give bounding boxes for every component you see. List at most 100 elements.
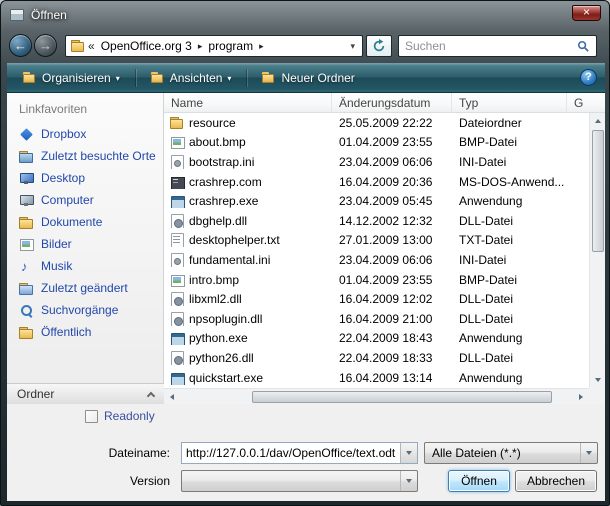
refresh-button[interactable] [366,35,392,57]
window-icon [10,9,24,21]
column-header-size[interactable]: G [567,93,605,112]
table-row[interactable]: bootstrap.ini 23.04.2009 06:06 INI-Datei [164,152,589,172]
file-type-icon [170,194,184,208]
search-icon[interactable] [577,40,590,53]
horizontal-scrollbar[interactable] [164,388,589,404]
breadcrumb-item[interactable]: program [205,38,256,54]
column-header-type[interactable]: Typ [452,93,567,112]
sidebar-item[interactable]: Zuletzt geändert [7,277,163,299]
file-name: python26.dll [189,351,254,365]
organize-button[interactable]: Organisieren ▾ [15,67,128,89]
table-row[interactable]: intro.bmp 01.04.2009 23:55 BMP-Datei [164,270,589,290]
open-button[interactable]: Öffnen [448,470,510,492]
file-date: 16.04.2009 21:00 [332,312,452,326]
crumb-separator-icon[interactable]: ▸ [259,41,264,52]
new-folder-label: Neuer Ordner [281,71,354,85]
chevron-down-icon: ▾ [227,74,231,83]
table-row[interactable]: libxml2.dll 16.04.2009 12:02 DLL-Datei [164,289,589,309]
table-row[interactable]: about.bmp 01.04.2009 23:55 BMP-Datei [164,133,589,153]
forward-button[interactable]: → [34,34,57,57]
filetype-dropdown[interactable]: Alle Dateien (*.*) [424,442,598,464]
file-name: crashrep.com [189,175,262,189]
table-row[interactable]: fundamental.ini 23.04.2009 06:06 INI-Dat… [164,250,589,270]
file-type-icon [170,155,184,169]
views-button[interactable]: Ansichten ▾ [143,67,240,89]
breadcrumb-overflow-chevron[interactable]: « [88,39,95,53]
table-row[interactable]: crashrep.com 16.04.2009 20:36 MS-DOS-Anw… [164,172,589,192]
sidebar-item-label: Zuletzt geändert [41,281,128,295]
version-dropdown[interactable] [181,470,418,492]
search-input[interactable] [405,39,573,53]
file-type-icon [170,233,184,247]
file-date: 22.04.2009 18:43 [332,331,452,345]
sidebar-item[interactable]: Suchvorgänge [7,299,163,321]
sidebar-item[interactable]: Desktop [7,167,163,189]
filename-dropdown-button[interactable] [400,443,417,463]
file-type: DLL-Datei [452,214,567,228]
file-type: Anwendung [452,371,567,385]
column-header-date[interactable]: Änderungsdatum [332,93,452,112]
sidebar-item-label: Desktop [41,171,85,185]
file-date: 22.04.2009 18:33 [332,351,452,365]
file-list: Name Änderungsdatum Typ G resource 25.05… [164,93,605,404]
scroll-up-button[interactable] [590,113,606,129]
sidebar-item[interactable]: Dropbox [7,123,163,145]
table-row[interactable]: python.exe 22.04.2009 18:43 Anwendung [164,329,589,349]
column-header-name[interactable]: Name [164,93,332,112]
table-row[interactable]: desktophelper.txt 27.01.2009 13:00 TXT-D… [164,231,589,251]
table-row[interactable]: quickstart.exe 16.04.2009 13:14 Anwendun… [164,368,589,388]
crumb-separator-icon[interactable]: ▸ [198,41,203,52]
file-name: about.bmp [189,135,246,149]
scroll-down-button[interactable] [590,372,606,388]
folders-expander[interactable]: Ordner [7,383,164,404]
sidebar-item[interactable]: Dokumente [7,211,163,233]
close-button[interactable]: × [572,5,601,21]
breadcrumb-item[interactable]: OpenOffice.org 3 [98,38,195,54]
file-name: quickstart.exe [189,371,263,385]
table-row[interactable]: npsoplugin.dll 16.04.2009 21:00 DLL-Date… [164,309,589,329]
sidebar-item[interactable]: Computer [7,189,163,211]
file-type-icon [170,135,184,149]
table-row[interactable]: resource 25.05.2009 22:22 Dateiordner [164,113,589,133]
sidebar-item[interactable]: Bilder [7,233,163,255]
main-area: Linkfavoriten Dropbox Zuletzt besuchte O… [7,93,605,404]
sidebar-items: Dropbox Zuletzt besuchte Orte Desktop [7,123,163,343]
titlebar[interactable]: Öffnen × [1,1,609,29]
vertical-scrollbar[interactable] [589,113,605,388]
back-button[interactable]: ← [9,34,32,57]
sidebar-item-label: Suchvorgänge [41,303,118,317]
organize-label: Organisieren [42,71,111,85]
dropdown-arrow-icon [400,471,417,491]
file-date: 16.04.2009 13:14 [332,371,452,385]
sidebar-item-icon [19,304,34,317]
arrow-down-icon [595,378,601,382]
table-row[interactable]: python26.dll 22.04.2009 18:33 DLL-Datei [164,348,589,368]
sidebar-item-icon [19,172,34,185]
sidebar-item[interactable]: Zuletzt besuchte Orte [7,145,163,167]
cancel-button[interactable]: Abbrechen [515,470,597,492]
readonly-checkbox[interactable] [85,410,98,423]
sidebar-item[interactable]: Öffentlich [7,321,163,343]
table-row[interactable]: dbghelp.dll 14.12.2002 12:32 DLL-Datei [164,211,589,231]
views-icon [151,72,165,83]
file-date: 01.04.2009 23:55 [332,135,452,149]
sidebar-item-label: Computer [41,193,94,207]
horizontal-scroll-thumb[interactable] [252,391,552,403]
views-label: Ansichten [170,71,223,85]
scroll-left-button[interactable] [164,389,180,405]
table-row[interactable]: crashrep.exe 23.04.2009 05:45 Anwendung [164,191,589,211]
sidebar-item[interactable]: Musik [7,255,163,277]
vertical-scroll-thumb[interactable] [592,130,604,252]
readonly-label[interactable]: Readonly [104,409,155,423]
filename-input[interactable] [182,443,400,463]
new-folder-button[interactable]: Neuer Ordner [254,67,362,89]
help-button[interactable]: ? [580,69,597,86]
scroll-right-button[interactable] [573,389,589,405]
breadcrumb[interactable]: « OpenOffice.org 3 ▸ program ▸ ▾ [65,35,363,57]
file-name: npsoplugin.dll [189,312,262,326]
file-type: Dateiordner [452,116,567,130]
favorites-header: Linkfavoriten [7,93,163,123]
file-name: dbghelp.dll [189,214,247,228]
file-name: crashrep.exe [189,194,258,208]
breadcrumb-dropdown-icon[interactable]: ▾ [348,41,357,52]
